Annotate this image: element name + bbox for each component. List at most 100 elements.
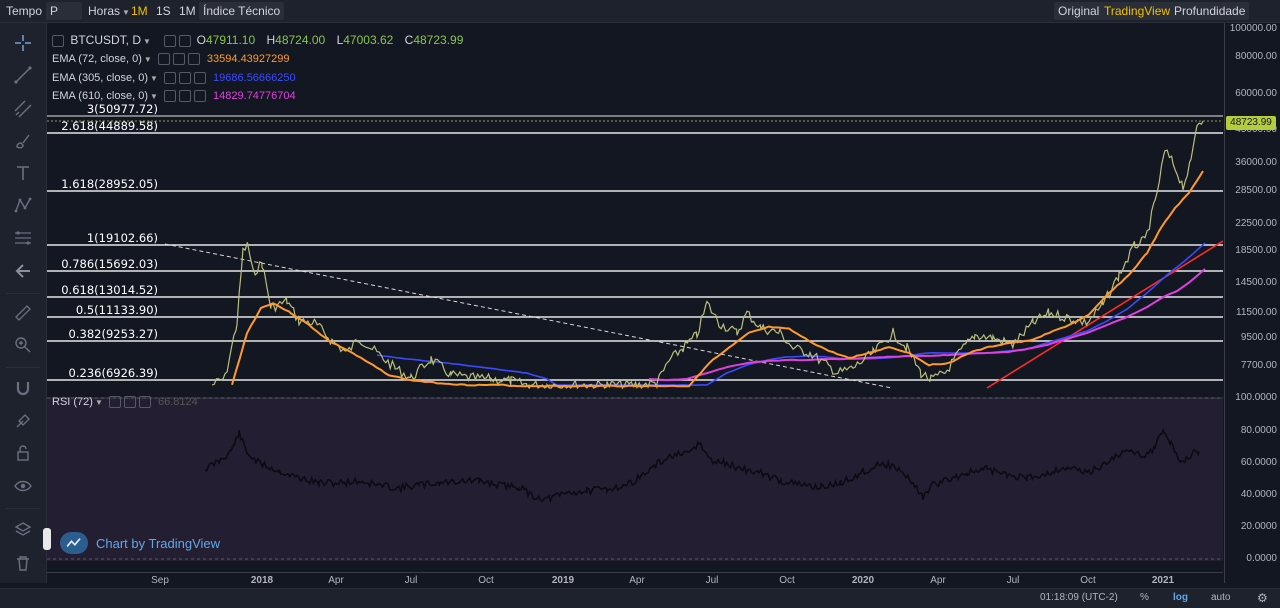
- last-price-tag: 48723.99: [1226, 116, 1276, 130]
- ema610-label[interactable]: EMA (610, close, 0): [52, 90, 148, 102]
- clock: 01:18:09 (UTC-2): [1040, 592, 1118, 603]
- fib-level-label: 2.618(44889.58): [61, 119, 158, 133]
- fib-level-label: 1.618(28952.05): [61, 177, 158, 191]
- price-tick-label: 28500.00: [1235, 185, 1277, 196]
- caret-down-icon[interactable]: ▼: [144, 55, 152, 64]
- brush-icon[interactable]: [13, 131, 33, 151]
- fib-level-label: 0.382(9253.27): [68, 327, 158, 341]
- rsi-tick-label: 20.0000: [1240, 521, 1277, 532]
- caret-down-icon[interactable]: ▼: [150, 74, 158, 83]
- interval-1m-month[interactable]: 1M: [127, 2, 152, 20]
- ruler-icon[interactable]: [13, 303, 33, 323]
- price-series: [211, 120, 1204, 390]
- time-tick-label: Jul: [1006, 575, 1020, 586]
- remove-icon[interactable]: [193, 90, 206, 103]
- time-tick-label: 2021: [1151, 575, 1175, 586]
- interval-1m[interactable]: 1M: [175, 2, 200, 20]
- rsi-tick-label: 40.0000: [1240, 489, 1277, 500]
- top-toolbar: Tempo P Horas ▼ 1M 1S 1M Índice Técnico O…: [0, 0, 1280, 23]
- time-tick-label: 2020: [851, 575, 875, 586]
- rsi-pane-background: [47, 398, 1223, 561]
- hide-icon[interactable]: [172, 53, 185, 66]
- drawing-toolbar: [0, 23, 47, 583]
- cloud-logo-icon: [60, 532, 88, 554]
- price-axis[interactable]: 100000.0080000.0060000.0045000.0036000.0…: [1224, 23, 1280, 583]
- channel-icon[interactable]: [13, 99, 33, 119]
- fib-icon[interactable]: [13, 228, 33, 248]
- rsi-tick-label: 0.0000: [1246, 553, 1277, 564]
- ema305-label[interactable]: EMA (305, close, 0): [52, 72, 148, 84]
- interval-1s[interactable]: 1S: [152, 2, 175, 20]
- remove-icon[interactable]: [138, 396, 151, 409]
- time-tick-label: Apr: [930, 575, 946, 586]
- caret-down-icon[interactable]: ▼: [143, 37, 151, 46]
- hide-icon[interactable]: [178, 72, 191, 85]
- time-axis[interactable]: Sep 2018 Apr Jul Oct 2019 Apr Jul Oct 2020 Apr Jul O…: [47, 572, 1223, 588]
- layers-icon[interactable]: [13, 520, 33, 540]
- lock-drawing-icon[interactable]: [13, 411, 33, 431]
- ema610-legend: EMA (610, close, 0) ▼ 14829.74776704: [52, 90, 296, 103]
- fib-level-label: 1(19102.66): [86, 231, 158, 245]
- indicators-button[interactable]: Índice Técnico: [199, 2, 285, 20]
- period-select[interactable]: P: [46, 2, 82, 20]
- remove-icon[interactable]: [193, 72, 206, 85]
- close-value: 48723.99: [413, 33, 464, 47]
- price-tick-label: 18500.00: [1235, 245, 1277, 256]
- view-original-button[interactable]: Original: [1054, 2, 1104, 20]
- ema72-legend: EMA (72, close, 0) ▼ 33594.43927299: [52, 53, 290, 66]
- settings-icon[interactable]: [163, 90, 176, 103]
- collapse-icon[interactable]: [52, 34, 64, 47]
- hide-icon[interactable]: [123, 396, 136, 409]
- log-toggle[interactable]: log: [1173, 592, 1188, 603]
- trend-line-icon[interactable]: [13, 65, 33, 85]
- price-tick-label: 22500.00: [1235, 218, 1277, 229]
- settings-icon[interactable]: [163, 72, 176, 85]
- symbol-name[interactable]: BTCUSDT, D: [70, 33, 141, 47]
- crosshair-icon[interactable]: [13, 33, 33, 53]
- pattern-icon[interactable]: [13, 195, 33, 215]
- ema72-label[interactable]: EMA (72, close, 0): [52, 53, 142, 65]
- ema72-value: 33594.43927299: [206, 53, 290, 65]
- horas-label: Horas: [88, 4, 121, 18]
- toolbar-divider: [6, 293, 40, 294]
- rsi-value: 66.8124: [158, 396, 198, 408]
- magnet-icon[interactable]: [13, 378, 33, 398]
- settings-icon[interactable]: [157, 53, 170, 66]
- chart-area[interactable]: [47, 23, 1223, 583]
- ema72-line: [231, 170, 1204, 388]
- view-depth-button[interactable]: Profundidade: [1170, 2, 1250, 20]
- ema305-value: 19686.56666250: [213, 72, 296, 84]
- time-tick-label: Sep: [151, 575, 169, 586]
- percent-toggle[interactable]: %: [1140, 592, 1149, 603]
- high-label: H: [266, 33, 276, 47]
- fibonacci-levels: [47, 115, 1223, 381]
- rsi-tick-label: 80.0000: [1240, 425, 1277, 436]
- trendline-dashed: [164, 243, 893, 389]
- eye-icon[interactable]: [13, 476, 33, 496]
- ema610-value: 14829.74776704: [213, 90, 296, 102]
- fib-level-label: 0.786(15692.03): [61, 257, 158, 271]
- caret-down-icon[interactable]: ▼: [95, 398, 103, 407]
- price-tick-label: 60000.00: [1235, 88, 1277, 99]
- pane-resize-handle[interactable]: [43, 528, 51, 550]
- caret-down-icon[interactable]: ▼: [150, 92, 158, 101]
- text-icon[interactable]: [13, 163, 33, 183]
- view-tradingview-button[interactable]: TradingView: [1100, 2, 1175, 20]
- high-value: 48724.00: [275, 33, 326, 47]
- hide-icon[interactable]: [179, 34, 192, 47]
- tradingview-branding[interactable]: Chart by TradingView: [60, 530, 220, 556]
- price-tick-label: 7700.00: [1240, 360, 1277, 371]
- settings-icon[interactable]: [164, 34, 177, 47]
- lock-icon[interactable]: [13, 443, 33, 463]
- rsi-label[interactable]: RSI (72): [52, 396, 93, 408]
- fib-level-label: 0.236(6926.39): [68, 366, 158, 380]
- auto-toggle[interactable]: auto: [1211, 592, 1230, 603]
- zoom-icon[interactable]: [13, 335, 33, 355]
- gear-icon[interactable]: ⚙: [1257, 591, 1268, 605]
- trash-icon[interactable]: [13, 553, 33, 573]
- settings-icon[interactable]: [108, 396, 121, 409]
- toolbar-divider: [6, 508, 40, 509]
- hide-icon[interactable]: [178, 90, 191, 103]
- back-arrow-icon[interactable]: [13, 261, 33, 281]
- remove-icon[interactable]: [187, 53, 200, 66]
